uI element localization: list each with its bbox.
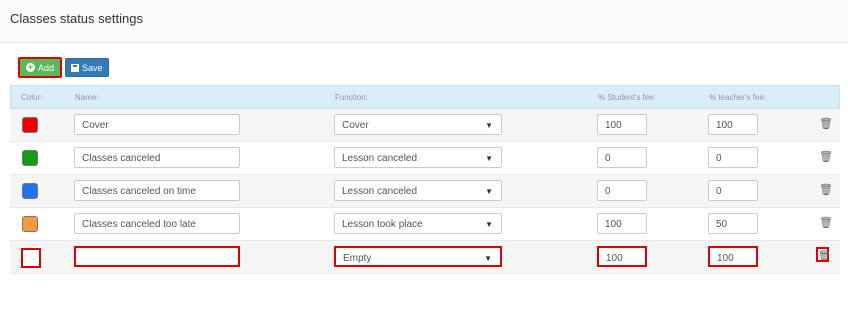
teacher-fee-input[interactable]: 100 xyxy=(708,246,758,267)
table-body: Cover Cover ▼ 100 100 🗑 Classes canceled … xyxy=(10,109,840,274)
function-select[interactable]: Lesson canceled ▼ xyxy=(334,147,502,168)
col-student-fee: % Student's fee: xyxy=(598,93,657,102)
color-swatch[interactable] xyxy=(22,216,38,232)
table-row: Classes canceled Lesson canceled ▼ 0 0 🗑 xyxy=(10,142,840,175)
table-row-new: Empty ▼ 100 100 🗑 xyxy=(10,241,840,274)
table-row: Classes canceled too late Lesson took pl… xyxy=(10,208,840,241)
teacher-fee-input[interactable]: 50 xyxy=(708,213,758,234)
plus-circle-icon: + xyxy=(26,62,35,72)
caret-down-icon: ▼ xyxy=(485,121,493,130)
col-teacher-fee: % teacher's fee: xyxy=(709,93,767,102)
function-value: Lesson canceled xyxy=(342,153,418,164)
function-value: Lesson canceled xyxy=(342,186,418,197)
function-select[interactable]: Lesson canceled ▼ xyxy=(334,180,502,201)
student-fee-input[interactable]: 100 xyxy=(597,246,647,267)
student-fee-input[interactable]: 0 xyxy=(597,180,647,201)
function-select[interactable]: Lesson took place ▼ xyxy=(334,213,502,234)
student-fee-input[interactable]: 100 xyxy=(597,114,647,135)
add-button[interactable]: + Add xyxy=(18,57,63,78)
trash-icon[interactable]: 🗑 xyxy=(816,247,831,262)
student-fee-input[interactable]: 0 xyxy=(597,147,647,168)
function-select[interactable]: Cover ▼ xyxy=(334,114,502,135)
toolbar: + Add Save xyxy=(18,57,109,79)
name-input[interactable]: Cover xyxy=(74,114,240,135)
table-header: Color: Name: Function: % Student's fee: … xyxy=(10,85,840,109)
save-button[interactable]: Save xyxy=(65,58,109,77)
table-row: Classes canceled on time Lesson canceled… xyxy=(10,175,840,208)
col-color: Color: xyxy=(21,93,43,102)
status-table: Color: Name: Function: % Student's fee: … xyxy=(10,85,840,274)
caret-down-icon: ▼ xyxy=(485,154,493,163)
name-input[interactable]: Classes canceled xyxy=(74,147,240,168)
trash-icon[interactable]: 🗑 xyxy=(819,217,833,229)
name-input[interactable] xyxy=(74,246,240,267)
teacher-fee-input[interactable]: 100 xyxy=(708,114,758,135)
color-swatch[interactable] xyxy=(22,183,38,199)
trash-icon[interactable]: 🗑 xyxy=(819,184,833,196)
function-select[interactable]: Empty ▼ xyxy=(334,246,502,267)
function-value: Empty xyxy=(343,253,372,264)
color-swatch[interactable] xyxy=(21,248,41,268)
name-input[interactable]: Classes canceled too late xyxy=(74,213,240,234)
student-fee-input[interactable]: 100 xyxy=(597,213,647,234)
page-title: Classes status settings xyxy=(10,11,143,26)
caret-down-icon: ▼ xyxy=(485,220,493,229)
color-swatch[interactable] xyxy=(22,150,38,166)
color-swatch[interactable] xyxy=(22,117,38,133)
floppy-disk-icon xyxy=(71,63,80,72)
teacher-fee-input[interactable]: 0 xyxy=(708,147,758,168)
add-button-label: Add xyxy=(38,62,55,73)
table-row: Cover Cover ▼ 100 100 🗑 xyxy=(10,109,840,142)
function-value: Lesson took place xyxy=(342,219,423,230)
teacher-fee-input[interactable]: 0 xyxy=(708,180,758,201)
col-name: Name: xyxy=(75,93,99,102)
page-header: Classes status settings xyxy=(0,0,848,43)
caret-down-icon: ▼ xyxy=(485,187,493,196)
function-value: Cover xyxy=(342,120,369,131)
caret-down-icon: ▼ xyxy=(484,254,492,263)
col-function: Function: xyxy=(335,93,368,102)
name-input[interactable]: Classes canceled on time xyxy=(74,180,240,201)
trash-icon[interactable]: 🗑 xyxy=(819,151,833,163)
save-button-label: Save xyxy=(82,62,103,73)
trash-icon[interactable]: 🗑 xyxy=(819,118,833,130)
